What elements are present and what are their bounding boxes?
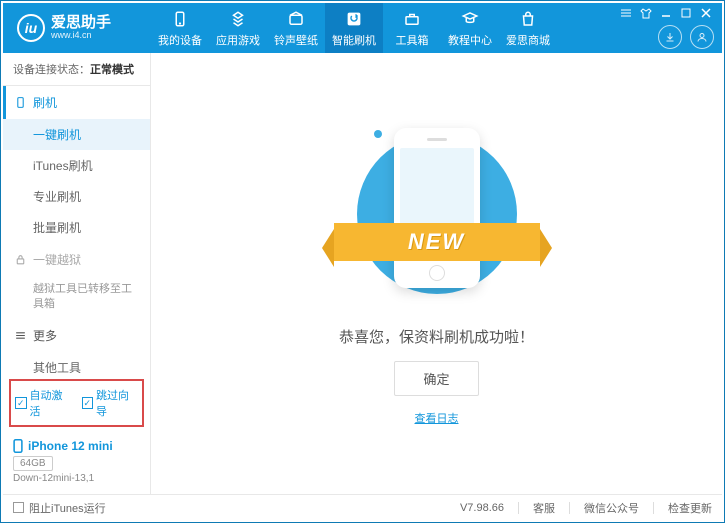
store-icon xyxy=(518,9,538,29)
flash-options-box: ✓ 自动激活 ✓ 跳过向导 xyxy=(9,379,144,427)
connection-status: 设备连接状态：正常模式 xyxy=(3,53,150,86)
nav-store[interactable]: 爱思商城 xyxy=(499,3,557,53)
check-update-link[interactable]: 检查更新 xyxy=(668,500,712,516)
app-url: www.i4.cn xyxy=(51,31,111,41)
nav-label: 教程中心 xyxy=(448,32,492,48)
maximize-button[interactable] xyxy=(678,5,694,21)
phone-icon xyxy=(13,96,27,110)
logo-icon: iu xyxy=(17,14,45,42)
support-link[interactable]: 客服 xyxy=(533,500,555,516)
group-title: 刷机 xyxy=(33,94,57,111)
statusbar: 阻止iTunes运行 V7.98.66 客服 微信公众号 检查更新 xyxy=(3,494,722,520)
nav-label: 爱思商城 xyxy=(506,32,550,48)
check-icon: ✓ xyxy=(15,397,27,409)
close-button[interactable] xyxy=(698,5,714,21)
sidebar-item-oneclick-flash[interactable]: 一键刷机 xyxy=(3,119,150,150)
group-title: 更多 xyxy=(33,327,57,344)
sidebar-item-batch-flash[interactable]: 批量刷机 xyxy=(3,212,150,243)
more-icon xyxy=(13,328,27,342)
view-log-link[interactable]: 查看日志 xyxy=(415,410,459,426)
device-firmware: Down-12mini-13,1 xyxy=(13,473,140,484)
checkbox-icon xyxy=(13,502,24,513)
sidebar-group-more[interactable]: 更多 xyxy=(3,319,150,352)
device-name: iPhone 12 mini xyxy=(28,439,113,453)
titlebar: iu 爱思助手 www.i4.cn 我的设备 应用游戏 铃声壁纸 智能刷机 xyxy=(3,3,722,53)
nav-label: 铃声壁纸 xyxy=(274,32,318,48)
sidebar-group-jailbreak[interactable]: 一键越狱 xyxy=(3,243,150,276)
nav-ringtone[interactable]: 铃声壁纸 xyxy=(267,3,325,53)
download-manager-button[interactable] xyxy=(658,25,682,49)
connected-device[interactable]: iPhone 12 mini 64GB Down-12mini-13,1 xyxy=(3,433,150,494)
menu-icon[interactable] xyxy=(618,5,634,21)
nav-label: 智能刷机 xyxy=(332,32,376,48)
device-icon xyxy=(170,9,190,29)
checkbox-block-itunes[interactable]: 阻止iTunes运行 xyxy=(13,500,106,516)
sidebar-item-itunes-flash[interactable]: iTunes刷机 xyxy=(3,150,150,181)
nav-label: 应用游戏 xyxy=(216,32,260,48)
nav-apps[interactable]: 应用游戏 xyxy=(209,3,267,53)
skin-icon[interactable] xyxy=(638,5,654,21)
nav-tutorial[interactable]: 教程中心 xyxy=(441,3,499,53)
checkbox-auto-activate[interactable]: ✓ 自动激活 xyxy=(15,387,72,419)
app-logo: iu 爱思助手 www.i4.cn xyxy=(3,14,151,42)
main-nav: 我的设备 应用游戏 铃声壁纸 智能刷机 工具箱 教程中心 xyxy=(151,3,618,53)
sidebar: 设备连接状态：正常模式 刷机 一键刷机 iTunes刷机 专业刷机 批量刷机 一… xyxy=(3,53,151,494)
nav-toolbox[interactable]: 工具箱 xyxy=(383,3,441,53)
version-label: V7.98.66 xyxy=(460,502,504,514)
apps-icon xyxy=(228,9,248,29)
nav-label: 我的设备 xyxy=(158,32,202,48)
flash-icon xyxy=(344,9,364,29)
confirm-button[interactable]: 确定 xyxy=(394,361,478,396)
success-illustration: NEW xyxy=(352,122,522,312)
sidebar-item-pro-flash[interactable]: 专业刷机 xyxy=(3,181,150,212)
success-message: 恭喜您，保资料刷机成功啦！ xyxy=(339,326,534,347)
check-icon: ✓ xyxy=(82,397,94,409)
sidebar-item-other-tools[interactable]: 其他工具 xyxy=(3,352,150,373)
tutorial-icon xyxy=(460,9,480,29)
group-title: 一键越狱 xyxy=(33,251,81,268)
sidebar-group-flash[interactable]: 刷机 xyxy=(3,86,150,119)
checkbox-skip-guide[interactable]: ✓ 跳过向导 xyxy=(82,387,139,419)
jailbreak-note: 越狱工具已转移至工具箱 xyxy=(3,276,150,319)
user-account-button[interactable] xyxy=(690,25,714,49)
main-content: NEW 恭喜您，保资料刷机成功啦！ 确定 查看日志 xyxy=(151,53,722,494)
nav-label: 工具箱 xyxy=(396,32,429,48)
device-icon xyxy=(13,439,23,453)
nav-smart-flash[interactable]: 智能刷机 xyxy=(325,3,383,53)
wechat-link[interactable]: 微信公众号 xyxy=(584,500,639,516)
app-title: 爱思助手 xyxy=(51,15,111,32)
ringtone-icon xyxy=(286,9,306,29)
ribbon-text: NEW xyxy=(408,229,465,255)
nav-my-device[interactable]: 我的设备 xyxy=(151,3,209,53)
minimize-button[interactable] xyxy=(658,5,674,21)
device-storage: 64GB xyxy=(13,456,53,471)
lock-icon xyxy=(13,253,27,267)
toolbox-icon xyxy=(402,9,422,29)
